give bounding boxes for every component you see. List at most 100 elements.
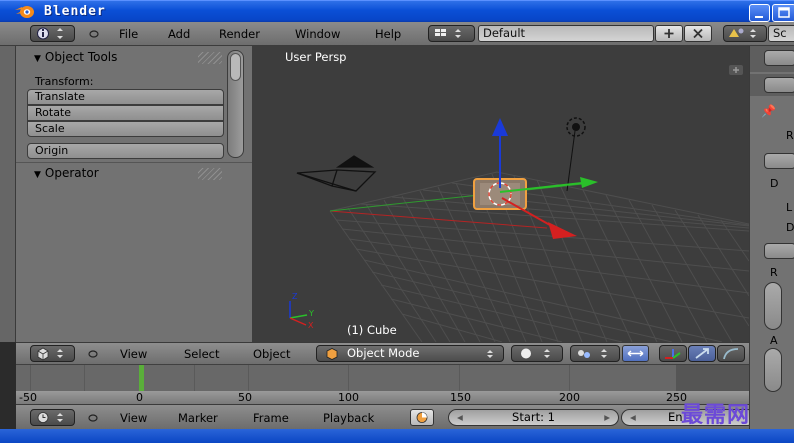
pin-icon[interactable]: 📌 <box>761 104 776 118</box>
clock-icon <box>37 412 63 423</box>
timeline-gridline <box>194 365 195 392</box>
tick-label: 200 <box>559 391 580 404</box>
timeline-gridline <box>459 365 460 392</box>
object-mode-icon <box>326 348 338 360</box>
editor-type-button[interactable] <box>30 25 75 42</box>
pivot-icon <box>578 349 607 358</box>
scene-browse-button[interactable] <box>723 25 767 42</box>
menu-object[interactable]: Object <box>253 347 290 361</box>
tick-label: -50 <box>19 391 37 404</box>
window-title-bar[interactable]: Blender <box>0 0 794 22</box>
maximize-button[interactable] <box>772 4 794 22</box>
viewport-header: View Select Object Object Mode <box>16 342 749 364</box>
timeline-header: View Marker Frame Playback ◂ Start: 1 ▸ … <box>16 404 756 429</box>
origin-button[interactable]: Origin <box>27 143 224 159</box>
render-button[interactable] <box>764 153 794 169</box>
svg-text:Y: Y <box>308 309 314 318</box>
dimensions-dropdown[interactable] <box>764 243 794 259</box>
panel-r2-label: R <box>770 266 778 279</box>
timeline-gridline <box>569 365 570 392</box>
tool-shelf: ▼ Object Tools Transform: Translate Rotat… <box>16 46 252 342</box>
increment-arrow-icon[interactable]: ▸ <box>604 410 610 425</box>
tick-label: 150 <box>450 391 471 404</box>
menu-select[interactable]: Select <box>184 347 219 361</box>
panel-drag-grip[interactable] <box>198 168 222 180</box>
screen-layout-icon <box>435 29 461 38</box>
timeline-frame-ruler[interactable]: -50 0 50 100 150 200 250 <box>16 391 749 404</box>
translate-button[interactable]: Translate <box>27 89 224 105</box>
menu-playback[interactable]: Playback <box>323 411 374 425</box>
tick-label: 100 <box>338 391 359 404</box>
expanded-triangle-icon: ▼ <box>34 54 41 64</box>
menu-marker[interactable]: Marker <box>178 411 218 425</box>
menu-file[interactable]: File <box>119 27 138 41</box>
add-screen-button[interactable] <box>655 25 683 42</box>
dropdown-arrows-icon <box>487 350 493 358</box>
menu-view[interactable]: View <box>120 411 147 425</box>
panel-a-label: A <box>770 334 778 347</box>
axis-arrows-icon <box>665 349 681 359</box>
outliner-type-button[interactable] <box>764 50 794 66</box>
screen-layout-field[interactable]: Default <box>478 25 654 42</box>
manipulator-icon <box>627 350 644 357</box>
operator-title: Operator <box>44 166 99 180</box>
collapse-menu-icon[interactable] <box>88 29 100 39</box>
editor-type-button[interactable] <box>30 409 75 426</box>
scale-manipulator-button[interactable] <box>717 345 745 362</box>
3d-viewport[interactable]: Z Y X User Persp (1) Cube <box>252 46 749 342</box>
delete-screen-button[interactable] <box>684 25 712 42</box>
rotate-manipulator-button[interactable] <box>688 345 716 362</box>
scale-button[interactable]: Scale <box>27 121 224 137</box>
screen-layout-browse-button[interactable] <box>428 25 475 42</box>
region-toggle-icon[interactable] <box>729 65 743 75</box>
menu-render[interactable]: Render <box>219 27 260 41</box>
scene-field[interactable]: Sc <box>768 25 794 42</box>
viewport-scene: Z Y X <box>289 117 749 342</box>
preview-range-button[interactable] <box>410 409 434 426</box>
mode-selector[interactable]: Object Mode <box>316 345 504 362</box>
decrement-arrow-icon[interactable]: ◂ <box>630 410 636 425</box>
cube-view-icon <box>37 347 63 361</box>
start-frame-field[interactable]: ◂ Start: 1 ▸ <box>448 409 619 426</box>
panel-d2-label: D <box>786 221 794 234</box>
left-editor-edge <box>0 46 16 342</box>
panel-drag-grip[interactable] <box>198 52 222 64</box>
aspect-stepper[interactable] <box>764 348 782 392</box>
resolution-stepper[interactable] <box>764 282 782 330</box>
transform-label: Transform: <box>35 75 94 88</box>
svg-text:Z: Z <box>292 292 298 301</box>
current-frame-cursor[interactable] <box>139 365 144 392</box>
menu-frame[interactable]: Frame <box>253 411 289 425</box>
toolshelf-scrollbar[interactable] <box>227 50 244 158</box>
scrollbar-thumb[interactable] <box>230 53 241 81</box>
tick-label: 0 <box>136 391 143 404</box>
object-tools-panel-header[interactable]: ▼ Object Tools <box>34 50 117 66</box>
watermark-text: 最需网 <box>681 402 751 428</box>
menu-help[interactable]: Help <box>375 27 401 41</box>
operator-panel-header[interactable]: ▼ Operator <box>34 166 99 182</box>
collapse-menu-icon[interactable] <box>87 349 99 359</box>
translate-manipulator-button[interactable] <box>659 345 687 362</box>
pivot-point-button[interactable] <box>570 345 620 362</box>
properties-type-button[interactable] <box>764 77 794 93</box>
pie-clock-icon <box>416 412 428 423</box>
timeline-area[interactable] <box>16 364 749 392</box>
manipulator-toggle-button[interactable] <box>622 345 649 362</box>
menu-view[interactable]: View <box>120 347 147 361</box>
collapse-menu-icon[interactable] <box>87 413 99 423</box>
lamp-line <box>566 130 576 192</box>
minimize-button[interactable] <box>749 4 770 22</box>
plus-icon <box>664 29 674 38</box>
menu-window[interactable]: Window <box>295 27 340 41</box>
viewport-shading-button[interactable] <box>511 345 563 362</box>
decrement-arrow-icon[interactable]: ◂ <box>457 410 463 425</box>
rotate-button[interactable]: Rotate <box>27 105 224 121</box>
view-name-label: User Persp <box>285 50 347 64</box>
properties-editor: 📌 R D L D R A <box>749 46 794 429</box>
panel-l-label: L <box>786 201 793 214</box>
close-icon <box>693 28 703 39</box>
maximize-icon <box>778 7 790 18</box>
tick-label: 50 <box>238 391 252 404</box>
editor-type-button[interactable] <box>30 345 75 362</box>
menu-add[interactable]: Add <box>168 27 190 41</box>
